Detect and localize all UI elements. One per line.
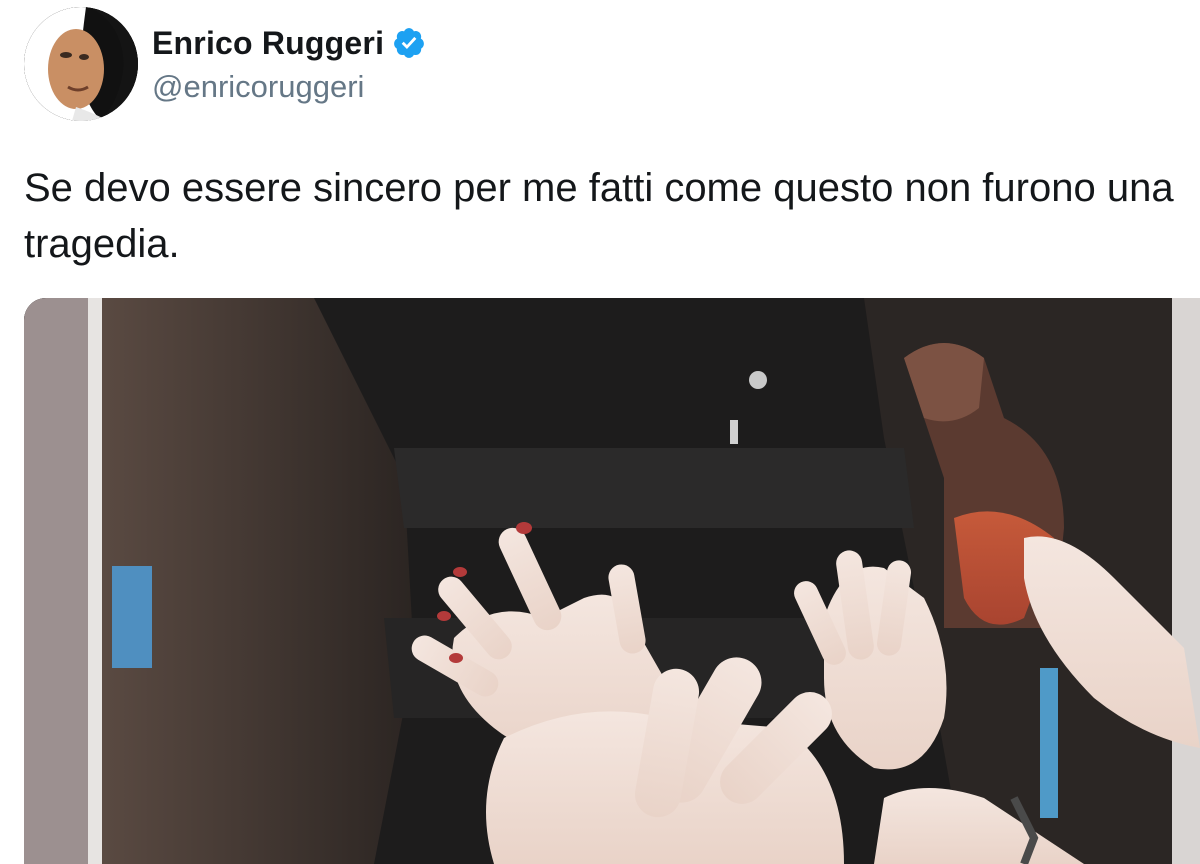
tweet-photo[interactable] bbox=[24, 298, 1200, 864]
display-name[interactable]: Enrico Ruggeri bbox=[152, 25, 384, 62]
tweet-card: Enrico Ruggeri @enricoruggeri Se devo es… bbox=[0, 0, 1200, 864]
handle[interactable]: @enricoruggeri bbox=[152, 69, 426, 105]
tweet-text: Se devo essere sincero per me fatti come… bbox=[24, 166, 1174, 266]
verified-badge-icon bbox=[392, 26, 426, 60]
avatar[interactable] bbox=[24, 7, 138, 121]
name-row: Enrico Ruggeri bbox=[152, 23, 426, 63]
author-names: Enrico Ruggeri @enricoruggeri bbox=[152, 23, 426, 105]
tweet-header: Enrico Ruggeri @enricoruggeri bbox=[24, 6, 426, 122]
